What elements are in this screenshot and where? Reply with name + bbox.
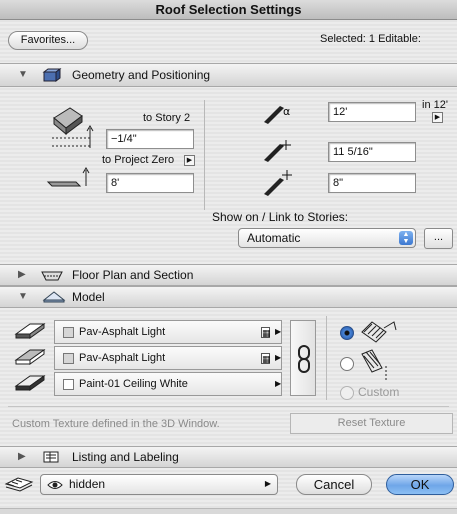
material-swatch-icon <box>63 353 74 364</box>
disclosure-open-icon[interactable]: ▼ <box>18 291 28 302</box>
selected-info: Selected: 1 Editable: <box>320 33 421 45</box>
select-arrows-icon: ▲ ▼ <box>399 231 413 245</box>
popup-arrow-icon: ▶ <box>275 353 282 362</box>
disclosure-open-icon[interactable]: ▼ <box>18 69 28 80</box>
custom-label: Custom <box>358 385 400 399</box>
side-surface-icon <box>14 349 46 365</box>
svg-text:α: α <box>283 105 290 118</box>
window-bottom-edge <box>0 508 457 514</box>
to-story-label: to Story 2 <box>143 112 191 124</box>
to-project-zero-label[interactable]: to Project Zero <box>102 154 174 166</box>
roof-edge-icon <box>264 170 292 196</box>
disclosure-closed-icon[interactable]: ▶ <box>18 269 26 280</box>
layer-value: hidden <box>69 477 106 491</box>
reset-texture-button[interactable]: Reset Texture <box>290 413 453 434</box>
favorites-button[interactable]: Favorites... <box>8 31 88 50</box>
texture-alignment-radio-2[interactable] <box>340 357 354 371</box>
show-on-stories-select[interactable]: Automatic ▲ ▼ <box>238 228 416 248</box>
section-listing[interactable]: ▶ Listing and Labeling <box>0 446 457 468</box>
texture-alignment-radio-custom[interactable] <box>340 386 354 400</box>
section-model[interactable]: ▼ Model <box>0 286 457 308</box>
link-materials-button[interactable] <box>290 320 316 396</box>
ok-button[interactable]: OK <box>386 474 454 495</box>
disclosure-closed-icon[interactable]: ▶ <box>18 451 26 462</box>
texture-map-icon: ▦ <box>261 353 271 364</box>
chain-link-icon <box>298 345 310 373</box>
material-swatch-icon <box>63 379 74 390</box>
pitch-unit-popup-arrow-icon[interactable]: ▶ <box>432 112 443 123</box>
texture-note: Custom Texture defined in the 3D Window. <box>12 418 220 430</box>
material-row-top[interactable]: Pav-Asphalt Light ▦ ▶ <box>54 320 282 344</box>
layer-select[interactable]: hidden ▶ <box>40 474 278 495</box>
more-options-button[interactable]: ... <box>424 228 453 249</box>
top-surface-icon <box>14 323 46 339</box>
texture-fill-diagonal-icon <box>361 321 397 343</box>
popup-arrow-icon: ▶ <box>275 379 282 388</box>
roof-edge-field[interactable]: 8" <box>328 173 416 193</box>
pitch-icon: α <box>264 105 290 124</box>
thickness-field[interactable]: 8' <box>106 173 194 193</box>
texture-alignment-radio-1[interactable] <box>340 326 354 340</box>
geometry-icon <box>42 68 62 82</box>
roof-story-offset-icon <box>52 107 94 148</box>
layer-icon <box>4 477 34 492</box>
popup-arrow-icon: ▶ <box>275 327 282 336</box>
material-row-side[interactable]: Pav-Asphalt Light ▦ ▶ <box>54 346 282 370</box>
popup-arrow-icon: ▶ <box>264 479 271 488</box>
roof-thickness-icon <box>46 167 90 187</box>
show-on-stories-value: Automatic <box>247 231 301 245</box>
material-name: Paint-01 Ceiling White <box>79 378 188 390</box>
material-name: Pav-Asphalt Light <box>79 326 166 338</box>
listing-icon <box>43 451 59 463</box>
geometry-divider <box>204 100 205 210</box>
project-zero-popup-arrow-icon[interactable]: ▶ <box>184 155 195 166</box>
model-divider <box>326 316 327 400</box>
section-floor-plan-title: Floor Plan and Section <box>72 268 194 282</box>
show-on-label: Show on / Link to Stories: <box>212 210 349 224</box>
section-geometry-title: Geometry and Positioning <box>72 68 211 82</box>
eye-icon <box>47 481 63 489</box>
pitch-unit-label: in 12' <box>422 99 448 111</box>
cancel-button[interactable]: Cancel <box>296 474 372 495</box>
section-listing-title: Listing and Labeling <box>72 450 179 464</box>
section-floor-plan[interactable]: ▶ Floor Plan and Section <box>0 264 457 286</box>
window-title: Roof Selection Settings <box>0 0 457 20</box>
material-swatch-icon <box>63 327 74 338</box>
roof-height-icon <box>264 140 291 162</box>
model-separator <box>8 406 449 407</box>
roof-height-field[interactable]: 11 5/16" <box>328 142 416 162</box>
floor-plan-icon <box>41 271 63 281</box>
story-offset-field[interactable]: −1/4" <box>106 129 194 149</box>
model-icon <box>42 291 66 303</box>
pitch-field[interactable]: 12' <box>328 102 416 122</box>
section-geometry[interactable]: ▼ Geometry and Positioning <box>0 63 457 87</box>
bottom-surface-icon <box>14 375 46 391</box>
material-name: Pav-Asphalt Light <box>79 352 166 364</box>
texture-map-icon: ▦ <box>261 327 271 338</box>
material-row-bottom[interactable]: Paint-01 Ceiling White ▶ <box>54 372 282 396</box>
section-model-title: Model <box>72 290 105 304</box>
texture-fill-vertical-icon <box>361 349 387 380</box>
